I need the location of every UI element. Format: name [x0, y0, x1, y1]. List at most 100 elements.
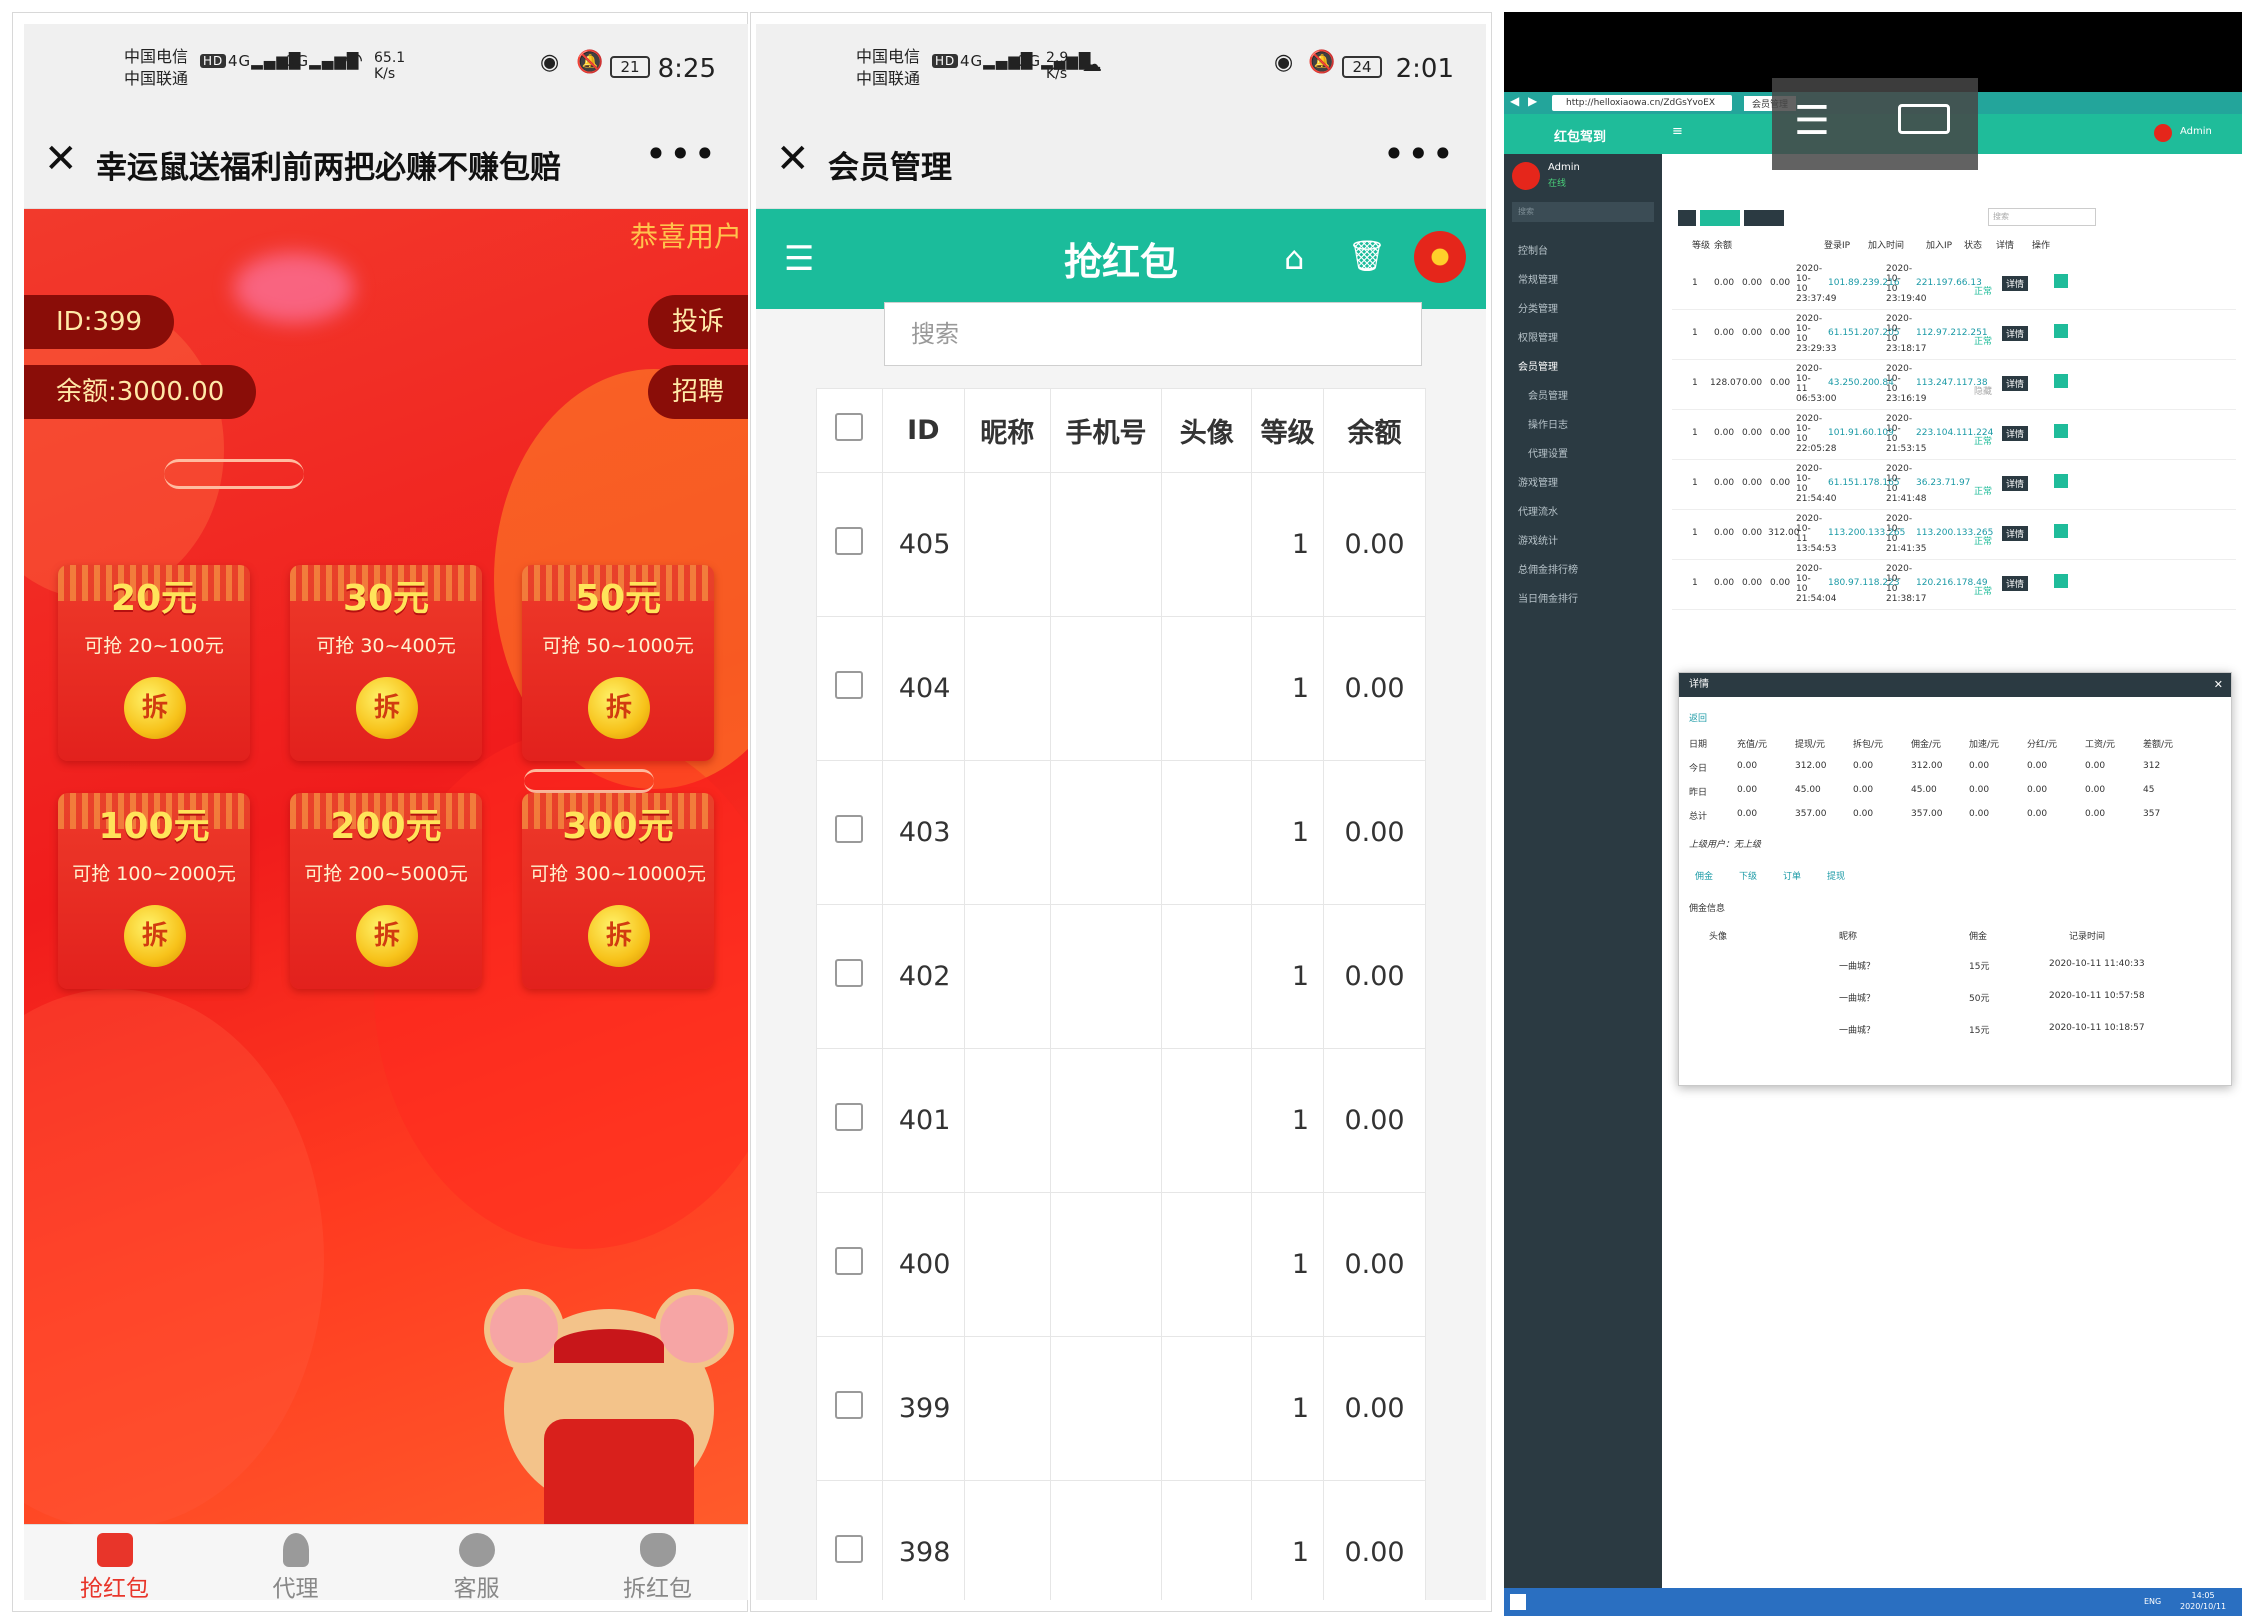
- table-row[interactable]: 1 0.00 0.00 0.00 2020-10-10 22:05:28 101.91.6…: [1672, 410, 2236, 460]
- row-checkbox[interactable]: [835, 1103, 864, 1131]
- complain-button[interactable]: 投诉: [647, 295, 748, 349]
- sidebar-item[interactable]: 当日佣金排行: [1518, 590, 1578, 605]
- table-search-input[interactable]: 搜索: [1988, 208, 2096, 226]
- select-all-checkbox[interactable]: [835, 413, 864, 441]
- headset-icon: [458, 1533, 495, 1567]
- row-checkbox[interactable]: [835, 959, 864, 987]
- red-packet-card[interactable]: 300元 可抢 300~10000元拆: [522, 793, 714, 989]
- trash-icon[interactable]: 🗑: [1348, 239, 1386, 274]
- edit-icon[interactable]: [2054, 474, 2068, 488]
- row-checkbox[interactable]: [835, 1391, 864, 1419]
- table-row[interactable]: 402 1 0.00: [816, 904, 1426, 1049]
- open-coin-icon[interactable]: 拆: [356, 677, 418, 739]
- red-packet-card[interactable]: 20元 可抢 20~100元拆: [58, 565, 250, 761]
- table-row[interactable]: 1 0.00 0.00 0.00 2020-10-10 23:37:49 101.89.2…: [1672, 260, 2236, 310]
- detail-button[interactable]: 详情: [2002, 326, 2029, 341]
- sidebar-search[interactable]: 搜索: [1512, 202, 1654, 222]
- sidebar-item[interactable]: 常规管理: [1518, 271, 1558, 286]
- tab-grab-packet[interactable]: 抢红包: [24, 1525, 205, 1600]
- detail-button[interactable]: 详情: [2002, 426, 2029, 441]
- tab-withdraw[interactable]: 提现: [1827, 869, 1845, 882]
- detail-button[interactable]: 详情: [2002, 276, 2029, 291]
- keyboard-icon[interactable]: [1898, 104, 1950, 134]
- sidebar-item[interactable]: 总佣金排行榜: [1518, 561, 1578, 576]
- sidebar-item[interactable]: 游戏管理: [1518, 474, 1558, 489]
- sidebar-item[interactable]: 权限管理: [1518, 329, 1558, 344]
- back-link[interactable]: 返回: [1689, 711, 1707, 724]
- avatar[interactable]: [2154, 124, 2172, 142]
- edit-button[interactable]: [1700, 210, 1740, 226]
- row-checkbox[interactable]: [835, 671, 864, 699]
- row-checkbox[interactable]: [835, 1247, 864, 1275]
- sidebar-item[interactable]: 游戏统计: [1518, 532, 1558, 547]
- menu-icon[interactable]: ☰: [1794, 98, 1830, 144]
- detail-button[interactable]: 详情: [2002, 376, 2029, 391]
- table-row[interactable]: 398 1 0.00: [816, 1480, 1426, 1600]
- open-coin-icon[interactable]: 拆: [588, 677, 650, 739]
- edit-icon[interactable]: [2054, 424, 2068, 438]
- windows-start-icon[interactable]: [1510, 1594, 1526, 1610]
- edit-icon[interactable]: [2054, 574, 2068, 588]
- row-checkbox[interactable]: [835, 527, 864, 555]
- table-row[interactable]: 400 1 0.00: [816, 1192, 1426, 1337]
- edit-icon[interactable]: [2054, 274, 2068, 288]
- close-icon[interactable]: ✕: [44, 136, 78, 182]
- open-coin-icon[interactable]: 拆: [356, 905, 418, 967]
- table-row[interactable]: 1 0.00 0.00 312.00 2020-10-11 13:54:53 113.20…: [1672, 510, 2236, 560]
- more-icon[interactable]: •••: [645, 132, 718, 176]
- url-input[interactable]: http://helloxiaowa.cn/ZdGsYvoEX: [1552, 95, 1732, 111]
- open-coin-icon[interactable]: 拆: [588, 905, 650, 967]
- table-row[interactable]: 1 0.00 0.00 0.00 2020-10-10 21:54:40 61.151.1…: [1672, 460, 2236, 510]
- phone-member-management: 中国电信 中国联通 HD 4G▂▄▆█ 3G▂▄▆█ 2.9 K/s ☁ ◉ 🔕 2…: [756, 24, 1486, 1600]
- tab-open-packet[interactable]: 拆红包: [567, 1525, 748, 1600]
- detail-button[interactable]: 详情: [2002, 576, 2029, 591]
- sidebar-item[interactable]: 操作日志: [1528, 416, 1568, 431]
- sidebar-item[interactable]: 控制台: [1518, 242, 1548, 257]
- tab-agent[interactable]: 代理: [205, 1525, 386, 1600]
- tab-commission[interactable]: 佣金: [1695, 869, 1713, 882]
- back-icon[interactable]: ◀: [1510, 94, 1519, 108]
- more-icon[interactable]: •••: [1383, 132, 1456, 176]
- red-packet-card[interactable]: 100元 可抢 100~2000元拆: [58, 793, 250, 989]
- recruit-button[interactable]: 招聘: [647, 365, 748, 419]
- table-row[interactable]: 405 1 0.00: [816, 472, 1426, 617]
- red-packet-card[interactable]: 200元 可抢 200~5000元拆: [290, 793, 482, 989]
- row-checkbox[interactable]: [835, 1535, 864, 1563]
- search-input[interactable]: 搜索: [884, 302, 1422, 366]
- table-row[interactable]: 404 1 0.00: [816, 616, 1426, 761]
- avatar[interactable]: [1414, 231, 1466, 283]
- windows-taskbar: ENG 14:05 2020/10/11: [1504, 1588, 2242, 1616]
- tab-service[interactable]: 客服: [386, 1525, 567, 1600]
- edit-icon[interactable]: [2054, 524, 2068, 538]
- detail-button[interactable]: 详情: [2002, 526, 2029, 541]
- sidebar-item[interactable]: 分类管理: [1518, 300, 1558, 315]
- tab-orders[interactable]: 订单: [1783, 869, 1801, 882]
- sidebar-item[interactable]: 会员管理: [1528, 387, 1568, 402]
- detail-button[interactable]: 详情: [2002, 476, 2029, 491]
- table-row[interactable]: 1 128.07 0.00 0.00 2020-10-11 06:53:00 43.250…: [1672, 360, 2236, 410]
- sidebar-item-active[interactable]: 会员管理: [1518, 358, 1558, 373]
- sidebar-item[interactable]: 代理流水: [1518, 503, 1558, 518]
- table-row[interactable]: 403 1 0.00: [816, 760, 1426, 905]
- refresh-button[interactable]: [1678, 210, 1696, 226]
- forward-icon[interactable]: ▶: [1528, 94, 1537, 108]
- sidebar-item[interactable]: 代理设置: [1528, 445, 1568, 460]
- home-icon[interactable]: ⌂: [1284, 239, 1304, 277]
- more-button[interactable]: [1744, 210, 1784, 226]
- tab-subordinates[interactable]: 下级: [1739, 869, 1757, 882]
- table-row[interactable]: 401 1 0.00: [816, 1048, 1426, 1193]
- red-packet-card[interactable]: 30元 可抢 30~400元拆: [290, 565, 482, 761]
- row-checkbox[interactable]: [835, 815, 864, 843]
- edit-icon[interactable]: [2054, 374, 2068, 388]
- menu-icon[interactable]: ≡: [1672, 124, 1683, 139]
- table-row[interactable]: 399 1 0.00: [816, 1336, 1426, 1481]
- table-row[interactable]: 1 0.00 0.00 0.00 2020-10-10 21:54:04 180.97.1…: [1672, 560, 2236, 610]
- table-row[interactable]: 1 0.00 0.00 0.00 2020-10-10 23:29:33 61.151.2…: [1672, 310, 2236, 360]
- browser-window: ◀ ▶ http://helloxiaowa.cn/ZdGsYvoEX 会员管理…: [1504, 92, 2242, 1592]
- close-icon[interactable]: ✕: [776, 136, 810, 182]
- open-coin-icon[interactable]: 拆: [124, 905, 186, 967]
- red-packet-card[interactable]: 50元 可抢 50~1000元拆: [522, 565, 714, 761]
- edit-icon[interactable]: [2054, 324, 2068, 338]
- open-coin-icon[interactable]: 拆: [124, 677, 186, 739]
- close-icon[interactable]: ✕: [2214, 678, 2223, 691]
